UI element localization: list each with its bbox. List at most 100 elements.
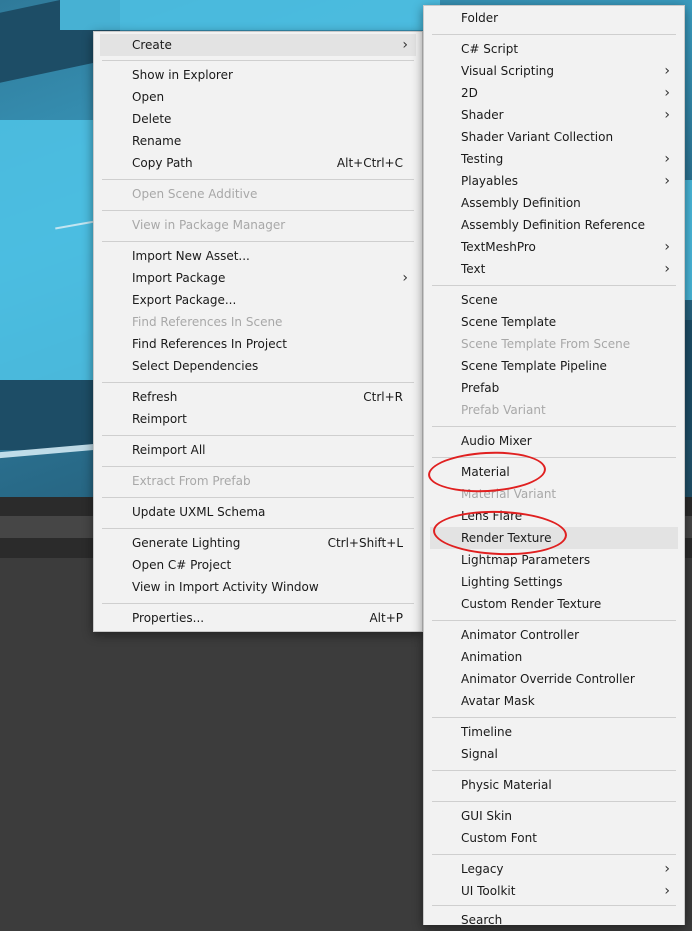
menu-item-shader[interactable]: Shader › xyxy=(424,104,684,126)
menu-item-search[interactable]: Search xyxy=(424,909,684,931)
menu-item-shader-variant-collection[interactable]: Shader Variant Collection xyxy=(424,126,684,148)
chevron-right-icon: › xyxy=(402,37,408,53)
menu-item-custom-font[interactable]: Custom Font xyxy=(424,827,684,849)
menu-item-open-scene-additive: Open Scene Additive xyxy=(94,183,422,205)
menu-item-label: Prefab Variant xyxy=(461,403,546,417)
chevron-right-icon: › xyxy=(664,151,670,167)
menu-separator xyxy=(432,426,676,427)
menu-item-refresh[interactable]: Refresh Ctrl+R xyxy=(94,386,422,408)
menu-separator xyxy=(102,210,414,211)
chevron-right-icon: › xyxy=(664,85,670,101)
menu-item-label: Create xyxy=(132,38,172,52)
menu-item-signal[interactable]: Signal xyxy=(424,743,684,765)
menu-item-label: Select Dependencies xyxy=(132,359,259,373)
chevron-right-icon: › xyxy=(402,270,408,286)
menu-item-label: C# Script xyxy=(461,42,519,56)
menu-item-label: Refresh xyxy=(132,390,178,404)
menu-item-label: Open xyxy=(132,90,165,104)
menu-item-label: Animation xyxy=(461,650,523,664)
menu-item-find-references-in-project[interactable]: Find References In Project xyxy=(94,333,422,355)
menu-item-rename[interactable]: Rename xyxy=(94,130,422,152)
scene-object xyxy=(0,120,100,380)
menu-item-update-uxml-schema[interactable]: Update UXML Schema xyxy=(94,501,422,523)
menu-item-label: Lighting Settings xyxy=(461,575,563,589)
menu-item-lighting-settings[interactable]: Lighting Settings xyxy=(424,571,684,593)
menu-separator xyxy=(102,466,414,467)
menu-item-label: Shader xyxy=(461,108,504,122)
chevron-right-icon: › xyxy=(664,107,670,123)
menu-item-physic-material[interactable]: Physic Material xyxy=(424,774,684,796)
menu-item-label: Search xyxy=(461,913,503,927)
menu-item-scene[interactable]: Scene xyxy=(424,289,684,311)
menu-item-open[interactable]: Open xyxy=(94,86,422,108)
menu-separator xyxy=(432,905,676,906)
menu-item-label: Scene xyxy=(461,293,498,307)
menu-item-label: Audio Mixer xyxy=(461,434,532,448)
menu-item-label: Delete xyxy=(132,112,172,126)
menu-item-playables[interactable]: Playables › xyxy=(424,170,684,192)
menu-item-ui-toolkit[interactable]: UI Toolkit › xyxy=(424,880,684,902)
menu-item-label: Properties... xyxy=(132,611,205,625)
menu-item-label: GUI Skin xyxy=(461,809,512,823)
menu-item-animator-override-controller[interactable]: Animator Override Controller xyxy=(424,668,684,690)
menu-item-assembly-definition[interactable]: Assembly Definition xyxy=(424,192,684,214)
menu-item-legacy[interactable]: Legacy › xyxy=(424,858,684,880)
menu-item-label: View in Package Manager xyxy=(132,218,286,232)
menu-item-create[interactable]: Create › xyxy=(100,34,416,56)
menu-item-label: Shader Variant Collection xyxy=(461,130,614,144)
menu-separator xyxy=(432,717,676,718)
shortcut-label: Ctrl+Shift+L xyxy=(327,536,403,550)
menu-item-label: Generate Lighting xyxy=(132,536,241,550)
menu-separator xyxy=(432,620,676,621)
menu-item-select-dependencies[interactable]: Select Dependencies xyxy=(94,355,422,377)
menu-separator xyxy=(432,770,676,771)
menu-item-animation[interactable]: Animation xyxy=(424,646,684,668)
menu-item-textmeshpro[interactable]: TextMeshPro › xyxy=(424,236,684,258)
menu-item-import-new-asset[interactable]: Import New Asset... xyxy=(94,245,422,267)
menu-item-generate-lighting[interactable]: Generate Lighting Ctrl+Shift+L xyxy=(94,532,422,554)
menu-item-timeline[interactable]: Timeline xyxy=(424,721,684,743)
shortcut-label: Alt+P xyxy=(369,611,403,625)
menu-item-label: 2D xyxy=(461,86,478,100)
menu-item-label: Text xyxy=(461,262,486,276)
menu-item-2d[interactable]: 2D › xyxy=(424,82,684,104)
menu-item-label: Rename xyxy=(132,134,182,148)
menu-item-testing[interactable]: Testing › xyxy=(424,148,684,170)
menu-separator xyxy=(102,382,414,383)
menu-item-assembly-definition-reference[interactable]: Assembly Definition Reference xyxy=(424,214,684,236)
shortcut-label: Alt+Ctrl+C xyxy=(336,156,403,170)
menu-item-label: Physic Material xyxy=(461,778,552,792)
menu-item-label: Update UXML Schema xyxy=(132,505,266,519)
menu-item-custom-render-texture[interactable]: Custom Render Texture xyxy=(424,593,684,615)
menu-item-open-c-project[interactable]: Open C# Project xyxy=(94,554,422,576)
menu-item-visual-scripting[interactable]: Visual Scripting › xyxy=(424,60,684,82)
menu-item-view-in-import-activity-window[interactable]: View in Import Activity Window xyxy=(94,576,422,598)
menu-item-export-package[interactable]: Export Package... xyxy=(94,289,422,311)
menu-item-c-script[interactable]: C# Script xyxy=(424,38,684,60)
menu-item-label: View in Import Activity Window xyxy=(132,580,319,594)
menu-item-gui-skin[interactable]: GUI Skin xyxy=(424,805,684,827)
menu-item-label: Import Package xyxy=(132,271,226,285)
menu-item-folder[interactable]: Folder xyxy=(424,7,684,29)
menu-item-label: Custom Render Texture xyxy=(461,597,602,611)
menu-item-delete[interactable]: Delete xyxy=(94,108,422,130)
menu-item-import-package[interactable]: Import Package › xyxy=(94,267,422,289)
menu-item-copy-path[interactable]: Copy Path Alt+Ctrl+C xyxy=(94,152,422,174)
menu-item-prefab[interactable]: Prefab xyxy=(424,377,684,399)
menu-item-reimport-all[interactable]: Reimport All xyxy=(94,439,422,461)
menu-item-scene-template[interactable]: Scene Template xyxy=(424,311,684,333)
scene-object xyxy=(60,0,440,30)
menu-item-extract-from-prefab: Extract From Prefab xyxy=(94,470,422,492)
menu-item-label: Scene Template Pipeline xyxy=(461,359,607,373)
menu-item-reimport[interactable]: Reimport xyxy=(94,408,422,430)
menu-item-properties[interactable]: Properties... Alt+P xyxy=(94,607,422,629)
menu-item-text[interactable]: Text › xyxy=(424,258,684,280)
menu-item-animator-controller[interactable]: Animator Controller xyxy=(424,624,684,646)
menu-separator xyxy=(432,854,676,855)
menu-item-lightmap-parameters[interactable]: Lightmap Parameters xyxy=(424,549,684,571)
menu-item-scene-template-pipeline[interactable]: Scene Template Pipeline xyxy=(424,355,684,377)
menu-item-audio-mixer[interactable]: Audio Mixer xyxy=(424,430,684,452)
menu-item-show-in-explorer[interactable]: Show in Explorer xyxy=(94,64,422,86)
menu-item-label: Assembly Definition Reference xyxy=(461,218,646,232)
menu-item-avatar-mask[interactable]: Avatar Mask xyxy=(424,690,684,712)
